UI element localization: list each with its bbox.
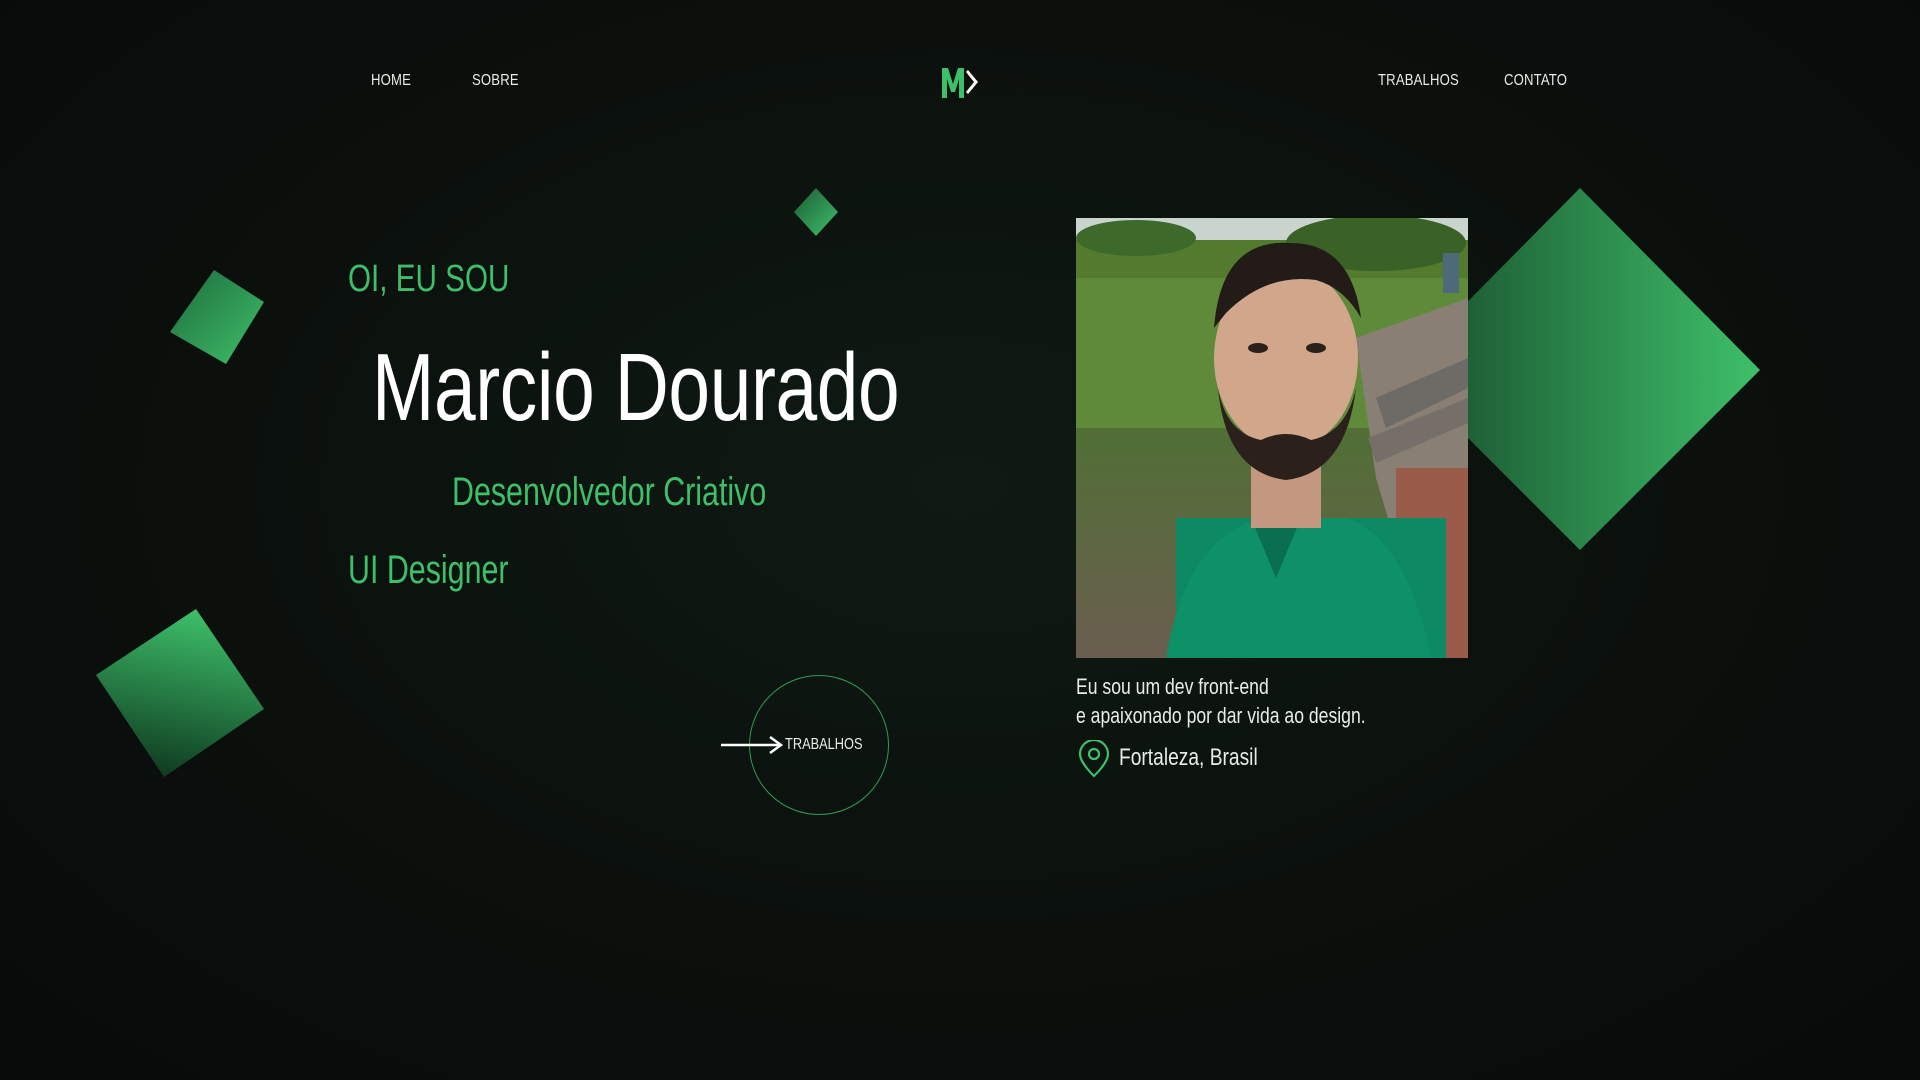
hero-name: Marcio Dourado: [372, 334, 900, 441]
decorative-diamond-tiny: [794, 188, 838, 236]
hero-role-secondary: UI Designer: [348, 548, 509, 592]
nav-about-link[interactable]: SOBRE: [472, 72, 519, 90]
decorative-diamond-large-left: [96, 609, 264, 777]
nav-works-link[interactable]: TRABALHOS: [1378, 72, 1459, 90]
hero-greeting: OI, EU SOU: [348, 258, 510, 300]
profile-photo: [1076, 218, 1468, 658]
profile-bio: Eu sou um dev front-end e apaixonado por…: [1076, 672, 1366, 730]
hero-role-primary: Desenvolvedor Criativo: [452, 470, 767, 514]
brand-logo-icon[interactable]: [940, 64, 980, 100]
decorative-diamond-large-right: [1466, 188, 1760, 550]
works-cta-label[interactable]: TRABALHOS: [785, 736, 863, 754]
location-pin-icon: [1078, 740, 1110, 778]
arrow-right-icon: [721, 735, 784, 755]
nav-contact-link[interactable]: CONTATO: [1504, 72, 1567, 90]
profile-bio-line1: Eu sou um dev front-end: [1076, 674, 1269, 699]
profile-bio-line2: e apaixonado por dar vida ao design.: [1076, 703, 1366, 728]
nav-home-link[interactable]: HOME: [371, 72, 411, 90]
profile-location: Fortaleza, Brasil: [1119, 744, 1258, 771]
decorative-diamond-small-left: [170, 270, 264, 364]
